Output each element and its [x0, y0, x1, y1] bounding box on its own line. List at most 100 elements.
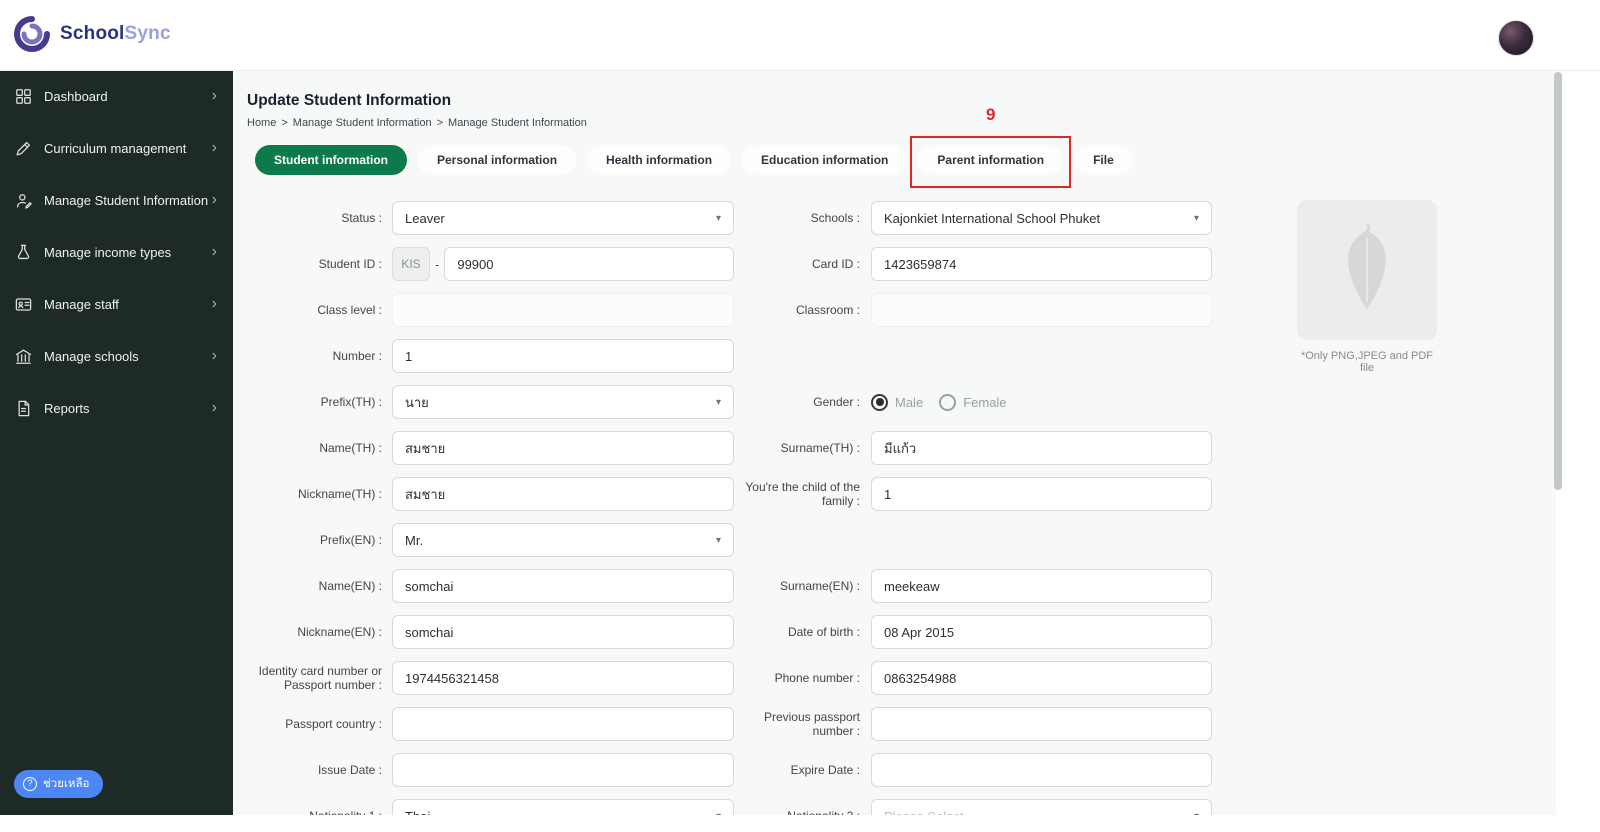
breadcrumb-separator: >: [281, 117, 288, 129]
sidebar-item-curriculum-management[interactable]: Curriculum management ›: [0, 122, 233, 174]
expire-date-input[interactable]: [871, 753, 1212, 787]
photo-upload-dropzone[interactable]: [1297, 200, 1437, 340]
sidebar-item-reports[interactable]: Reports ›: [0, 382, 233, 434]
issue-date-input[interactable]: [392, 753, 734, 787]
sidebar-item-manage-schools[interactable]: Manage schools ›: [0, 330, 233, 382]
question-mark-icon: ?: [23, 777, 37, 791]
tab-parent-information[interactable]: Parent information: [918, 145, 1064, 175]
gender-radio-group: Male Female: [871, 385, 1212, 419]
status-label: Status :: [341, 211, 382, 225]
nickname-en-label: Nickname(EN) :: [297, 625, 382, 639]
breadcrumb-home[interactable]: Home: [247, 117, 276, 129]
tab-bar: Student information Personal information…: [255, 105, 1556, 188]
gender-male-label[interactable]: Male: [895, 395, 923, 410]
chevron-right-icon: ›: [211, 191, 217, 208]
surname-en-input[interactable]: [871, 569, 1212, 603]
school-building-icon: [14, 347, 33, 366]
breadcrumb-manage-student-information[interactable]: Manage Student Information: [293, 117, 432, 129]
breadcrumb-current: Manage Student Information: [448, 117, 587, 129]
previous-passport-input[interactable]: [871, 707, 1212, 741]
schools-label: Schools :: [810, 211, 860, 225]
sidebar-item-label: Curriculum management: [44, 140, 187, 156]
vertical-scrollbar-thumb[interactable]: [1554, 72, 1562, 490]
flask-icon: [14, 243, 33, 262]
upload-file-note: *Only PNG,JPEG and PDF file: [1300, 350, 1434, 374]
prefix-th-select[interactable]: นาย ▾: [392, 385, 734, 419]
sidebar-item-manage-income-types[interactable]: Manage income types ›: [0, 226, 233, 278]
tab-student-information[interactable]: Student information: [255, 145, 407, 175]
breadcrumb: Home > Manage Student Information > Mana…: [247, 117, 1556, 129]
form-row: Nickname(EN) : Date of birth :: [247, 615, 1556, 649]
prefix-th-label: Prefix(TH) :: [320, 395, 382, 409]
nationality-2-select[interactable]: Please Select ▾: [871, 799, 1212, 815]
previous-passport-label: Previous passport number :: [763, 710, 860, 738]
help-button[interactable]: ? ช่วยเหลือ: [14, 770, 104, 798]
form-row: Name(TH) : Surname(TH) :: [247, 431, 1556, 465]
sidebar-item-manage-student-information[interactable]: Manage Student Information ›: [0, 174, 233, 226]
name-th-input[interactable]: [392, 431, 734, 465]
date-of-birth-input[interactable]: [871, 615, 1212, 649]
passport-country-label: Passport country :: [285, 717, 382, 731]
class-level-label: Class level :: [317, 303, 382, 317]
tab-file[interactable]: File: [1074, 145, 1133, 175]
nickname-en-input[interactable]: [392, 615, 734, 649]
class-level-input: [392, 293, 734, 327]
surname-en-label: Surname(EN) :: [779, 579, 860, 593]
schools-select[interactable]: Kajonkiet International School Phuket ▾: [871, 201, 1212, 235]
name-en-input[interactable]: [392, 569, 734, 603]
sidebar-item-label: Manage schools: [44, 348, 139, 364]
student-id-prefix: KIS: [392, 247, 430, 281]
nationality-2-label: Nationality 2 :: [738, 809, 866, 815]
surname-th-label: Surname(TH) :: [780, 441, 860, 455]
sidebar-item-manage-staff[interactable]: Manage staff ›: [0, 278, 233, 330]
student-edit-icon: [14, 191, 33, 210]
form-row: Issue Date : Expire Date :: [247, 753, 1556, 787]
student-photo-upload: *Only PNG,JPEG and PDF file: [1297, 200, 1437, 374]
nationality-1-label: Nationality 1 :: [247, 809, 388, 815]
gender-radio-male[interactable]: [871, 393, 888, 411]
passport-country-input[interactable]: [392, 707, 734, 741]
nationality-1-select[interactable]: Thai ▾: [392, 799, 734, 815]
number-input[interactable]: [392, 339, 734, 373]
status-value: Leaver: [405, 210, 445, 226]
sidebar-item-label: Manage Student Information: [44, 192, 209, 208]
chevron-right-icon: ›: [211, 87, 217, 104]
prefix-en-select[interactable]: Mr. ▾: [392, 523, 734, 557]
leaf-placeholder-icon: [1348, 222, 1386, 310]
prefix-en-value: Mr.: [405, 532, 424, 548]
card-id-label: Card ID :: [811, 257, 860, 271]
chevron-down-icon: ▾: [715, 212, 721, 224]
sidebar-item-dashboard[interactable]: Dashboard ›: [0, 70, 233, 122]
page-title: Update Student Information: [247, 92, 452, 109]
sidebar-item-label: Dashboard: [44, 88, 108, 104]
gender-female-label[interactable]: Female: [963, 395, 1006, 410]
tab-health-information[interactable]: Health information: [587, 145, 732, 175]
form-row: Name(EN) : Surname(EN) :: [247, 569, 1556, 603]
student-id-separator: -: [435, 256, 440, 272]
issue-date-label: Issue Date :: [317, 763, 382, 777]
nickname-th-input[interactable]: [392, 477, 734, 511]
surname-th-input[interactable]: [871, 431, 1212, 465]
tab-education-information[interactable]: Education information: [742, 145, 908, 175]
annotation-number: 9: [986, 105, 996, 124]
phone-number-input[interactable]: [871, 661, 1212, 695]
sidebar-item-label: Manage income types: [44, 244, 172, 260]
status-select[interactable]: Leaver ▾: [392, 201, 734, 235]
card-id-input[interactable]: [871, 247, 1212, 281]
gender-radio-female[interactable]: [939, 393, 957, 411]
name-th-label: Name(TH) :: [319, 441, 382, 455]
expire-date-label: Expire Date :: [790, 763, 860, 777]
brand-logo[interactable]: SchoolSync: [12, 14, 171, 54]
tab-personal-information[interactable]: Personal information: [418, 145, 577, 175]
phone-number-label: Phone number :: [774, 671, 860, 685]
identity-card-input[interactable]: [392, 661, 734, 695]
chevron-right-icon: ›: [211, 139, 217, 156]
form-row: Nationality 1 : Thai ▾ Nationality 2 : P…: [247, 799, 1556, 815]
sidebar-item-label: Manage staff: [44, 296, 119, 312]
chevron-down-icon: ▾: [715, 396, 721, 408]
user-avatar[interactable]: [1498, 20, 1534, 56]
child-of-family-input[interactable]: [871, 477, 1212, 511]
chevron-down-icon: ▾: [716, 811, 721, 816]
schools-value: Kajonkiet International School Phuket: [884, 210, 1101, 226]
student-id-input[interactable]: [444, 247, 734, 281]
